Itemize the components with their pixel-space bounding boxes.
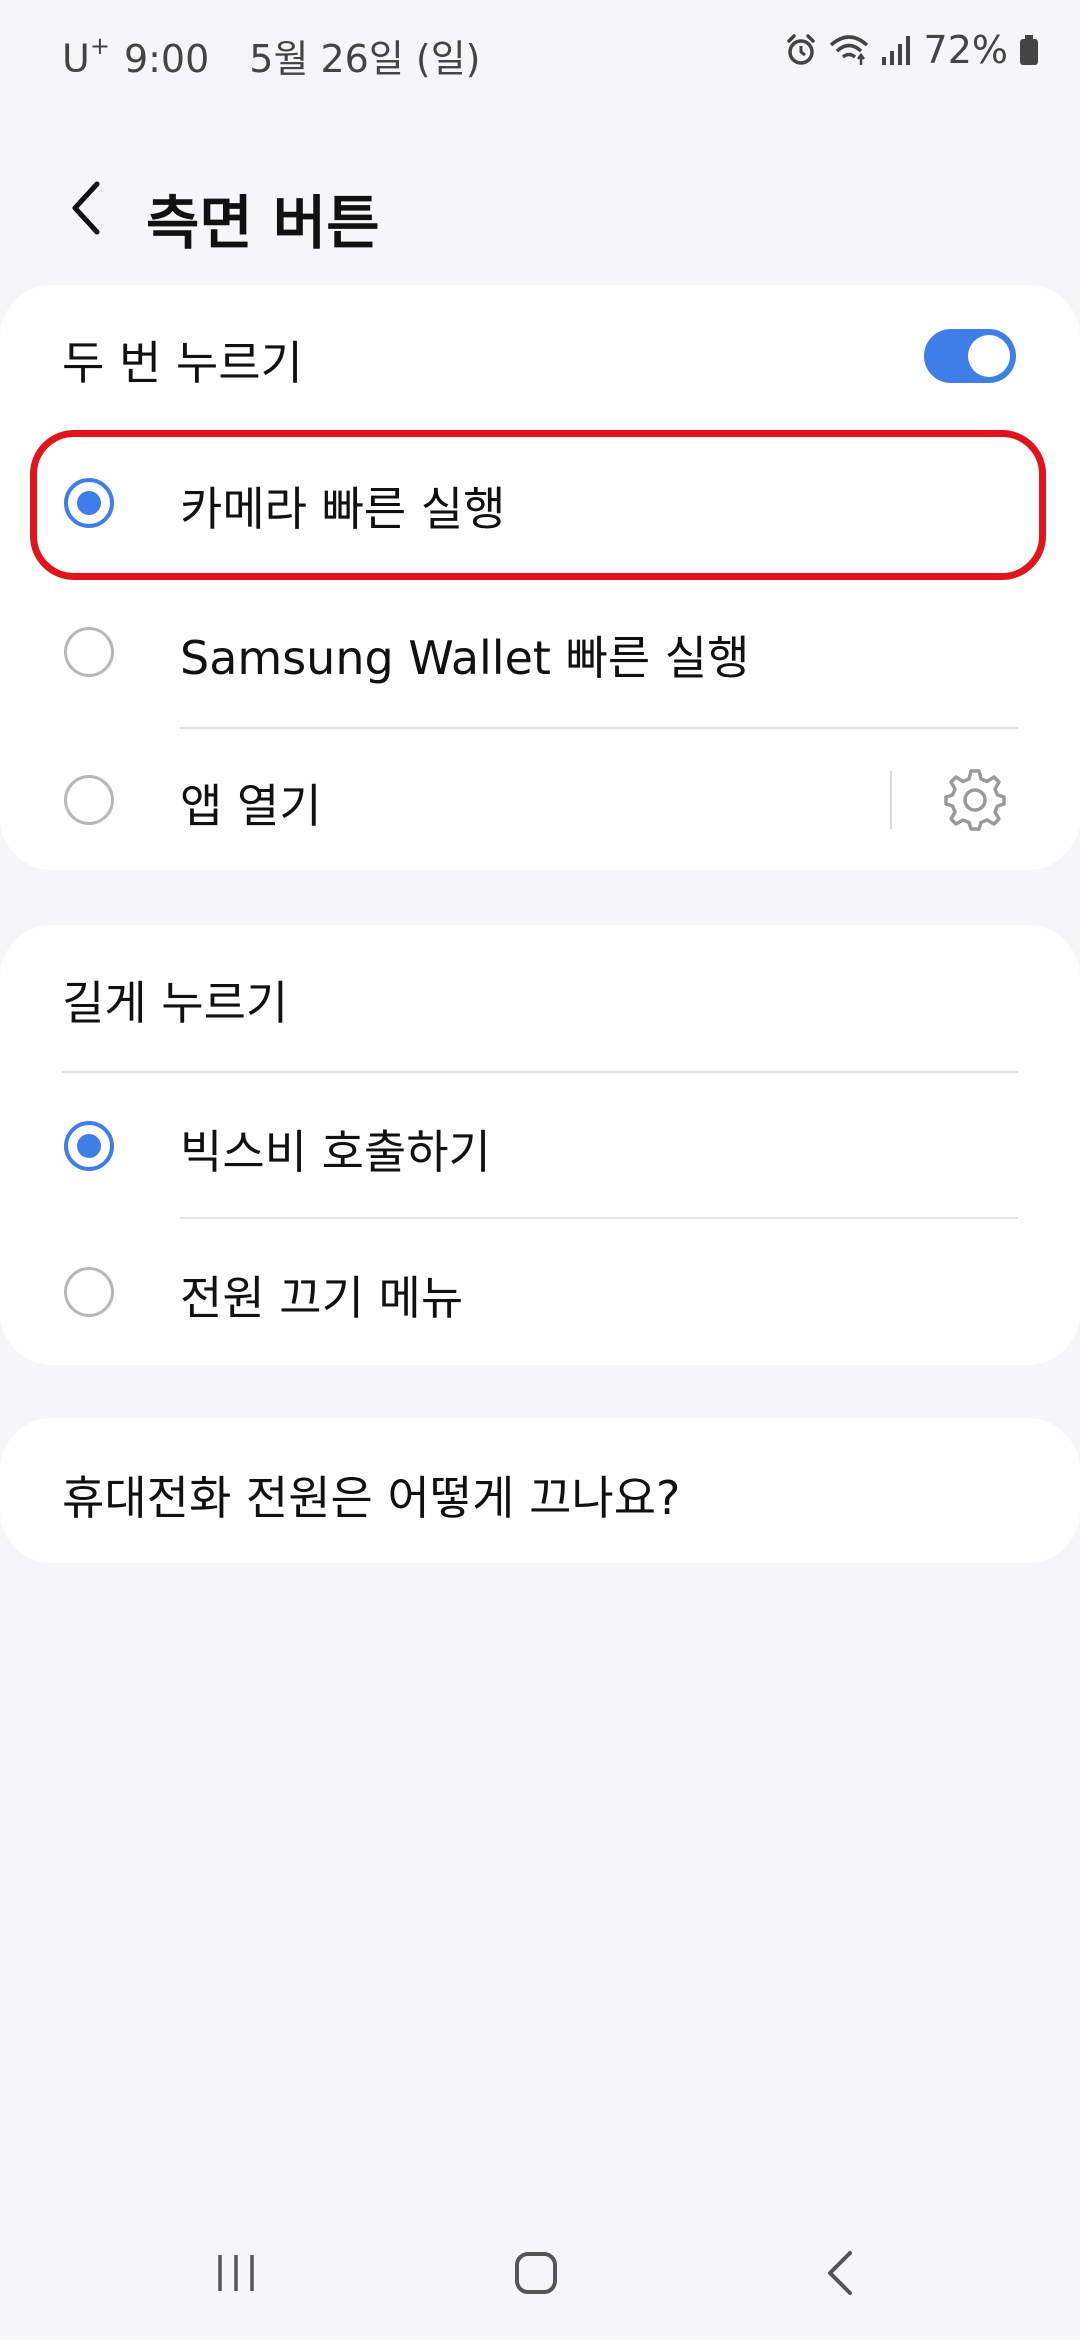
nav-back-button[interactable] xyxy=(800,2240,880,2310)
status-right: 72% xyxy=(784,28,1040,72)
signal-icon xyxy=(880,33,914,67)
toggle-knob xyxy=(968,335,1010,377)
double-press-title: 두 번 누르기 xyxy=(62,336,303,390)
home-button[interactable] xyxy=(496,2240,576,2310)
option-label: 앱 열기 xyxy=(180,779,322,833)
status-date: 5월 26일 (일) xyxy=(249,37,481,81)
status-bar: U+ 9:00 5월 26일 (일) 72% xyxy=(0,0,1080,100)
carrier-label: U+ xyxy=(62,32,110,81)
gear-icon[interactable] xyxy=(942,767,1008,833)
back-button[interactable] xyxy=(50,170,120,250)
long-press-card: 길게 누르기 빅스비 호출하기 전원 끄기 메뉴 xyxy=(0,925,1080,1365)
long-press-title: 길게 누르기 xyxy=(62,976,289,1030)
highlight-box xyxy=(30,430,1046,580)
help-card[interactable]: 휴대전화 전원은 어떻게 끄나요? xyxy=(0,1418,1080,1563)
nav-back-icon xyxy=(820,2249,860,2301)
option-label: 전원 끄기 메뉴 xyxy=(180,1271,464,1325)
radio-open-app[interactable] xyxy=(64,775,114,825)
radio-power-off-menu[interactable] xyxy=(64,1267,114,1317)
home-icon xyxy=(512,2249,560,2301)
vertical-separator xyxy=(890,771,892,829)
divider xyxy=(180,1217,1018,1219)
divider xyxy=(62,1071,1018,1073)
alarm-icon xyxy=(784,33,818,67)
help-link[interactable]: 휴대전화 전원은 어떻게 끄나요? xyxy=(62,1462,680,1528)
radio-samsung-wallet[interactable] xyxy=(64,627,114,677)
battery-icon xyxy=(1018,33,1040,67)
battery-text: 72% xyxy=(923,28,1008,72)
wifi-icon xyxy=(828,33,870,67)
double-press-toggle[interactable] xyxy=(924,329,1016,383)
back-arrow-icon xyxy=(65,178,105,242)
divider xyxy=(180,727,1018,729)
app-bar: 측면 버튼 xyxy=(0,160,1080,260)
radio-bixby[interactable] xyxy=(64,1121,114,1171)
recents-button[interactable] xyxy=(196,2240,276,2310)
option-label: 빅스비 호출하기 xyxy=(180,1125,491,1179)
status-left: U+ 9:00 5월 26일 (일) xyxy=(62,28,481,83)
navigation-bar xyxy=(0,2230,1080,2320)
option-label: Samsung Wallet 빠른 실행 xyxy=(180,631,750,685)
recents-icon xyxy=(214,2251,258,2299)
page-title: 측면 버튼 xyxy=(146,189,380,257)
status-time: 9:00 xyxy=(123,37,210,81)
